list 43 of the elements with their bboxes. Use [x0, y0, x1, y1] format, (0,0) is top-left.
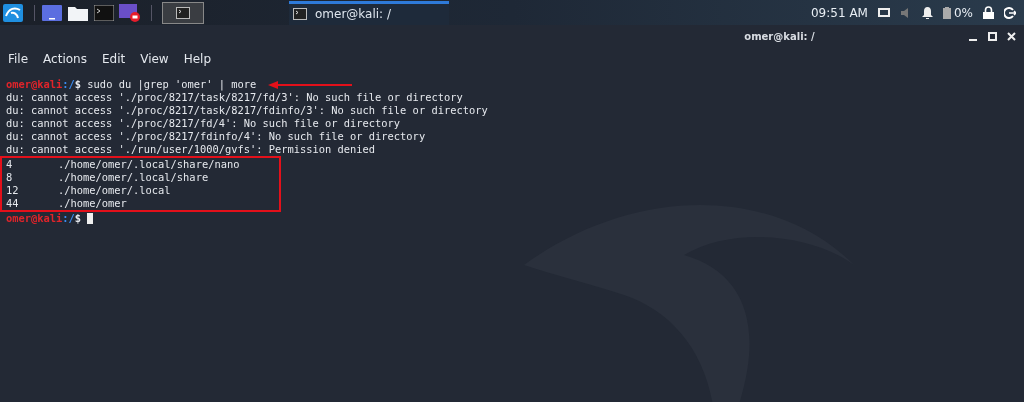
clock-text: 09:51 AM [811, 5, 868, 20]
battery-icon [942, 6, 951, 19]
window-title: omer@kali: / [744, 31, 815, 42]
terminal-icon [293, 8, 307, 20]
menu-item[interactable]: View [140, 52, 169, 66]
size-text: 12 [6, 184, 20, 197]
menu-item[interactable]: Edit [101, 52, 126, 66]
output-line: du: cannot access './proc/8217/fd/4': No such file or directory [6, 117, 401, 130]
window-button[interactable]: omer@kali: / [289, 0, 449, 25]
prompt-text: omer@kali:/$ [6, 78, 82, 91]
path-text: ./home/omer/.local/share/nano [58, 158, 240, 171]
menu-item[interactable]: Help [183, 52, 212, 66]
maximize-button[interactable] [988, 32, 997, 41]
size-text: 44 [6, 197, 20, 210]
logout-icon [1004, 6, 1016, 19]
output-line: du: cannot access './proc/8217/fdinfo/4': No such file or directory [6, 130, 426, 143]
size-text: 4 [6, 158, 14, 171]
launcher-button[interactable] [119, 3, 141, 22]
path-text: ./home/omer/.local/share [58, 171, 209, 184]
dragon-logo-icon [3, 3, 23, 22]
launcher-button[interactable] [41, 3, 63, 22]
output-line: du: cannot access './run/user/1000/gvfs': Permission denied [6, 143, 376, 156]
workspace-button[interactable] [162, 1, 204, 24]
lock-icon [983, 6, 994, 19]
display-icon [877, 7, 890, 18]
desktop-icon [42, 4, 62, 21]
battery-text: 0% [953, 5, 973, 20]
screen-recorder-icon [119, 3, 141, 22]
size-text: 8 [6, 171, 14, 184]
command-text: sudo du |grep 'omer' | more [86, 78, 257, 91]
path-text: ./home/omer/.local [58, 184, 171, 197]
menu-item[interactable]: File [8, 52, 29, 66]
terminal-icon [94, 4, 114, 21]
output-line: du: cannot access './proc/8217/task/8217/fd/3': No such file or directory [6, 91, 463, 104]
bell-icon [921, 6, 933, 19]
menu-item[interactable]: Actions [43, 52, 87, 66]
close-button[interactable] [1007, 32, 1016, 41]
folder-icon [68, 4, 88, 21]
path-text: ./home/omer [58, 197, 127, 210]
prompt-text: omer@kali:/$ [6, 212, 82, 225]
launcher-button[interactable] [2, 3, 24, 22]
terminal-icon [176, 6, 190, 19]
output-line: du: cannot access './proc/8217/task/8217/fdinfo/3': No such file or directory [6, 104, 488, 117]
